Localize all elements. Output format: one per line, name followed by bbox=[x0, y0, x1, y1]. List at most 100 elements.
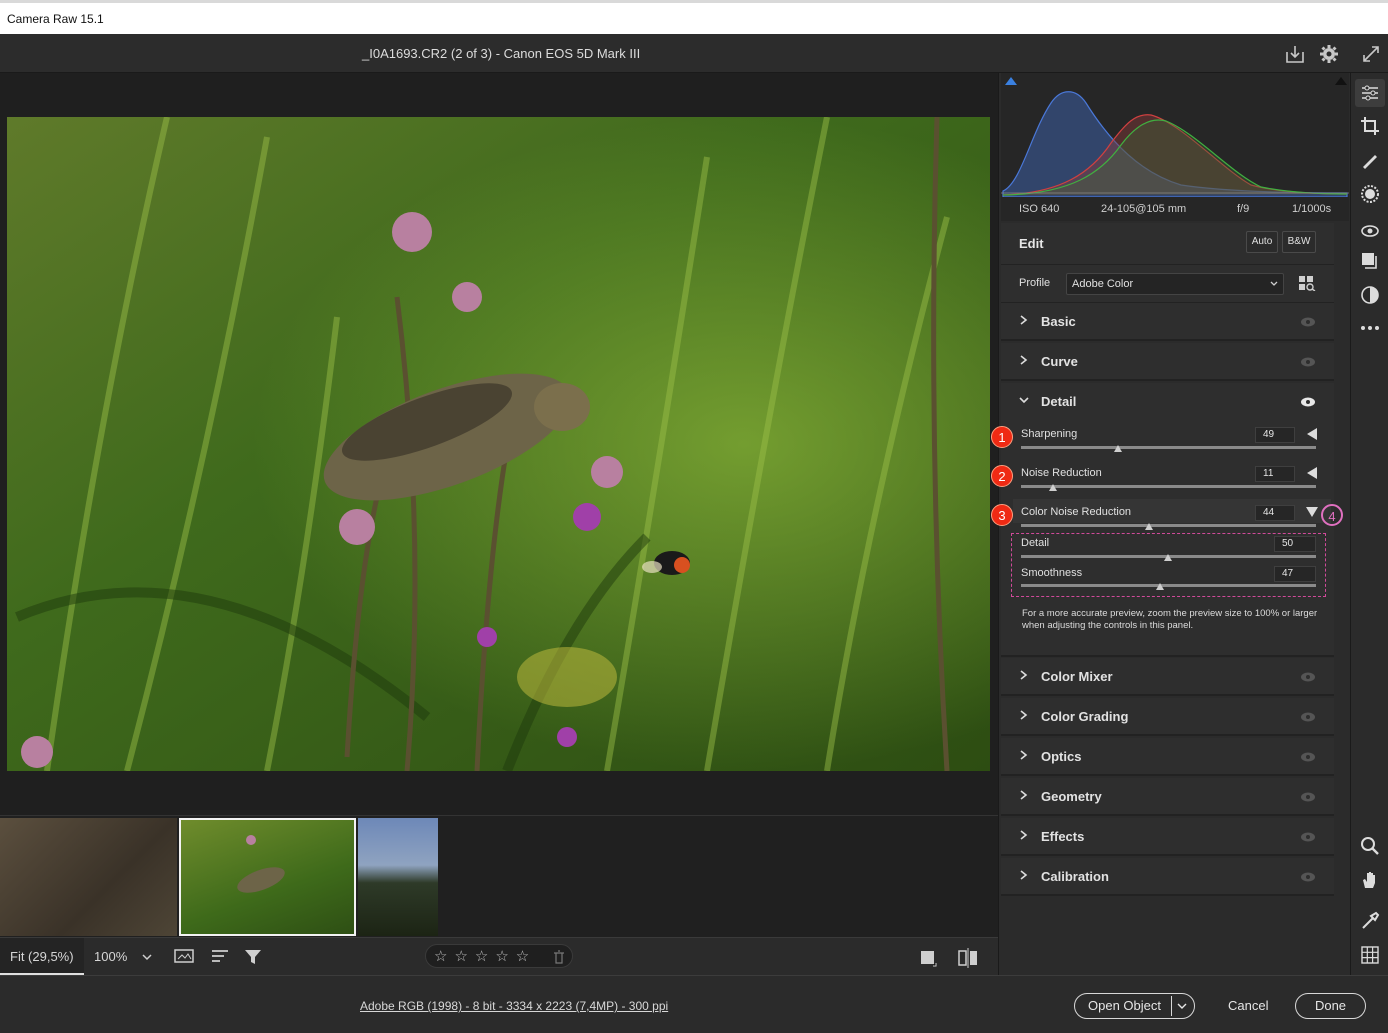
sort-icon[interactable] bbox=[210, 948, 232, 966]
done-button[interactable]: Done bbox=[1295, 993, 1366, 1019]
tool-strip bbox=[1350, 73, 1388, 975]
bw-button[interactable]: B&W bbox=[1282, 231, 1316, 253]
section-color-grading-label: Color Grading bbox=[1041, 709, 1129, 724]
cnr-detail-slider-thumb[interactable] bbox=[1164, 554, 1172, 561]
crop-icon[interactable] bbox=[1360, 116, 1380, 136]
highlight-clipping-icon[interactable] bbox=[1335, 75, 1347, 85]
profile-browser-icon[interactable] bbox=[1298, 275, 1316, 291]
open-object-label: Open Object bbox=[1088, 998, 1161, 1013]
zoom-100-label[interactable]: 100% bbox=[94, 949, 127, 964]
presets-icon[interactable] bbox=[1360, 285, 1380, 305]
iso-value: ISO 640 bbox=[1019, 203, 1060, 215]
fit-zoom-label: Fit (29,5%) bbox=[10, 949, 74, 964]
eye-icon[interactable] bbox=[1300, 356, 1316, 368]
chevron-down-icon[interactable] bbox=[140, 950, 154, 964]
sharpening-slider-thumb[interactable] bbox=[1114, 445, 1122, 452]
eye-icon[interactable] bbox=[1300, 671, 1316, 683]
eye-icon[interactable] bbox=[1300, 316, 1316, 328]
shadow-clipping-icon[interactable] bbox=[1005, 75, 1017, 85]
detail-panel: Sharpening 49 Noise Reduction 11 Color N… bbox=[991, 421, 1343, 657]
toggle-before-after-icon[interactable] bbox=[958, 948, 978, 968]
eye-icon[interactable] bbox=[1300, 831, 1316, 843]
color-noise-reduction-slider-thumb[interactable] bbox=[1145, 523, 1153, 530]
section-color-mixer[interactable]: Color Mixer bbox=[1001, 658, 1334, 696]
eye-icon[interactable] bbox=[1300, 396, 1316, 408]
split-divider bbox=[1171, 996, 1172, 1016]
color-noise-reduction-slider[interactable] bbox=[1021, 524, 1316, 527]
cnr-smoothness-value[interactable]: 47 bbox=[1274, 566, 1316, 582]
profile-row: Profile Adobe Color bbox=[1001, 265, 1334, 303]
noise-reduction-value[interactable]: 11 bbox=[1255, 466, 1295, 482]
cnr-smoothness-slider-thumb[interactable] bbox=[1156, 583, 1164, 590]
eye-icon[interactable] bbox=[1300, 711, 1316, 723]
section-color-grading[interactable]: Color Grading bbox=[1001, 698, 1334, 736]
preview-toolbar: Fit (29,5%) 100% ☆☆☆☆☆ bbox=[0, 937, 998, 975]
sampler-icon[interactable] bbox=[1360, 911, 1380, 931]
zoom-icon[interactable] bbox=[1360, 836, 1380, 856]
trash-icon[interactable] bbox=[553, 950, 565, 964]
edit-sliders-icon[interactable] bbox=[1360, 83, 1380, 103]
fullscreen-icon[interactable] bbox=[1360, 43, 1382, 65]
eye-icon[interactable] bbox=[1300, 791, 1316, 803]
sharpening-slider[interactable] bbox=[1021, 446, 1316, 449]
section-calibration-label: Calibration bbox=[1041, 869, 1109, 884]
more-icon[interactable] bbox=[1360, 318, 1380, 338]
annotation-badge-4: 4 bbox=[1321, 504, 1343, 526]
section-geometry-label: Geometry bbox=[1041, 789, 1102, 804]
filmstrip-thumb-1[interactable] bbox=[0, 818, 177, 936]
auto-button[interactable]: Auto bbox=[1246, 231, 1278, 253]
window-title: Camera Raw 15.1 bbox=[7, 12, 104, 26]
noise-reduction-slider[interactable] bbox=[1021, 485, 1316, 488]
section-curve-label: Curve bbox=[1041, 354, 1078, 369]
rating-stars[interactable]: ☆☆☆☆☆ bbox=[425, 944, 573, 968]
eye-icon[interactable] bbox=[1300, 871, 1316, 883]
file-info: _I0A1693.CR2 (2 of 3) - Canon EOS 5D Mar… bbox=[362, 46, 641, 61]
section-geometry[interactable]: Geometry bbox=[1001, 778, 1334, 816]
collapse-triangle-icon[interactable] bbox=[1307, 428, 1317, 440]
red-eye-icon[interactable] bbox=[1360, 220, 1380, 240]
chevron-down-icon bbox=[1270, 281, 1278, 286]
section-basic[interactable]: Basic bbox=[1001, 303, 1334, 341]
masking-icon[interactable] bbox=[1360, 184, 1380, 204]
noise-reduction-slider-thumb[interactable] bbox=[1049, 484, 1057, 491]
section-calibration[interactable]: Calibration bbox=[1001, 858, 1334, 896]
before-after-view-icon[interactable] bbox=[920, 949, 938, 967]
save-icon[interactable] bbox=[1284, 43, 1306, 65]
eye-icon[interactable] bbox=[1300, 751, 1316, 763]
filmstrip-display-icon[interactable] bbox=[174, 948, 198, 966]
section-basic-label: Basic bbox=[1041, 314, 1076, 329]
profile-select[interactable]: Adobe Color bbox=[1066, 273, 1284, 295]
open-object-button[interactable]: Open Object bbox=[1074, 993, 1195, 1019]
color-noise-reduction-value[interactable]: 44 bbox=[1255, 505, 1295, 521]
hand-icon[interactable] bbox=[1360, 870, 1380, 890]
filmstrip-thumb-3[interactable] bbox=[358, 818, 438, 936]
lens-value: 24-105@105 mm bbox=[1101, 203, 1187, 215]
filmstrip-thumb-2-selected[interactable] bbox=[179, 818, 356, 936]
workflow-options-link[interactable]: Adobe RGB (1998) - 8 bit - 3334 x 2223 (… bbox=[360, 999, 668, 1013]
chevron-right-icon bbox=[1020, 710, 1028, 720]
filmstrip bbox=[0, 815, 998, 937]
sharpening-value[interactable]: 49 bbox=[1255, 427, 1295, 443]
healing-brush-icon[interactable] bbox=[1360, 150, 1380, 170]
filter-icon[interactable] bbox=[244, 948, 264, 966]
preview-photo[interactable] bbox=[7, 117, 990, 771]
star-icons[interactable]: ☆☆☆☆☆ bbox=[434, 947, 536, 965]
section-optics[interactable]: Optics bbox=[1001, 738, 1334, 776]
section-detail[interactable]: Detail bbox=[1001, 383, 1334, 421]
snapshots-icon[interactable] bbox=[1360, 251, 1380, 271]
section-curve[interactable]: Curve bbox=[1001, 343, 1334, 381]
expand-triangle-icon[interactable] bbox=[1306, 507, 1318, 517]
fit-zoom-button[interactable]: Fit (29,5%) bbox=[0, 938, 84, 975]
cnr-smoothness-slider[interactable] bbox=[1021, 584, 1316, 587]
grid-icon[interactable] bbox=[1360, 945, 1380, 965]
collapse-triangle-icon[interactable] bbox=[1307, 467, 1317, 479]
cnr-detail-value[interactable]: 50 bbox=[1274, 536, 1316, 552]
section-effects-label: Effects bbox=[1041, 829, 1085, 844]
section-effects[interactable]: Effects bbox=[1001, 818, 1334, 856]
gear-icon[interactable] bbox=[1318, 43, 1340, 65]
profile-label: Profile bbox=[1019, 277, 1051, 289]
cancel-button[interactable]: Cancel bbox=[1228, 998, 1268, 1013]
chevron-right-icon bbox=[1020, 670, 1028, 680]
chevron-down-icon[interactable] bbox=[1176, 1002, 1188, 1012]
detail-hint-text: For a more accurate preview, zoom the pr… bbox=[1022, 608, 1318, 631]
